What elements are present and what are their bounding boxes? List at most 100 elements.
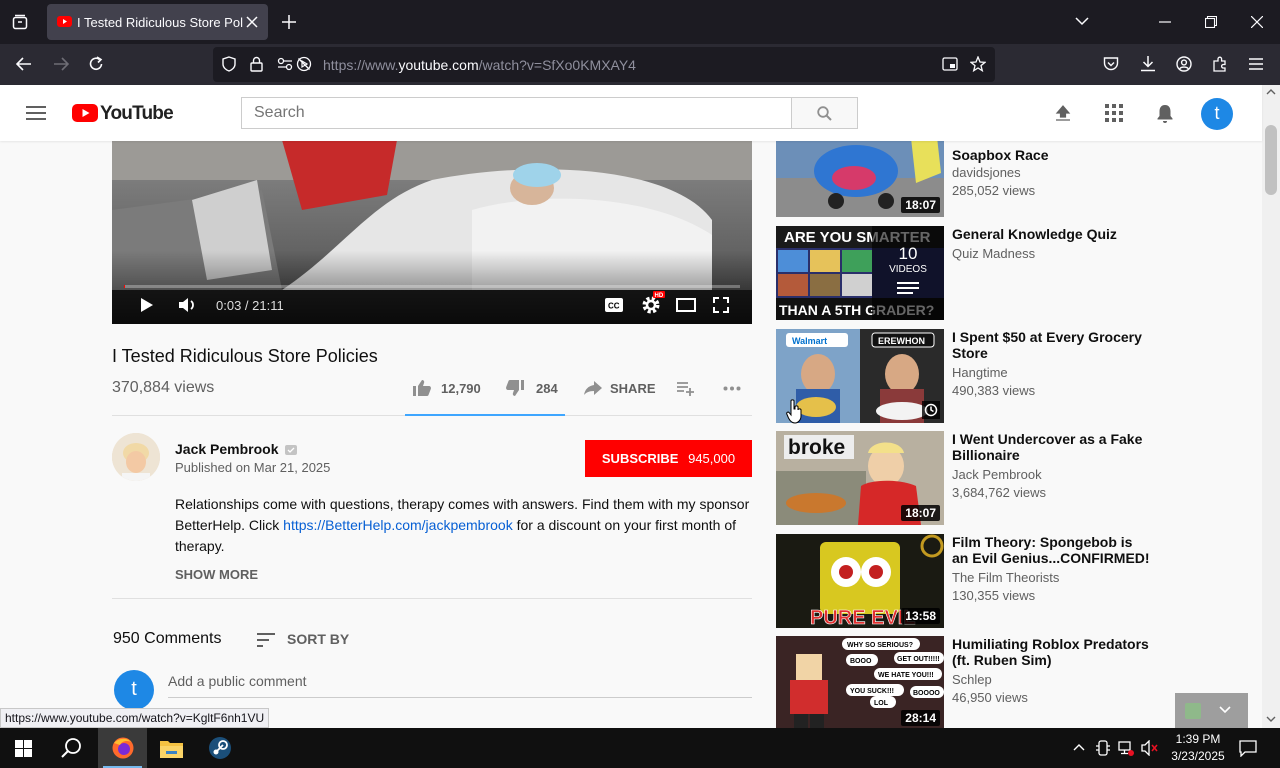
apps-icon[interactable] <box>1105 104 1123 122</box>
browser-tab-active[interactable]: I Tested Ridiculous Store Policie <box>47 4 268 40</box>
close-window-icon[interactable] <box>1251 16 1263 28</box>
video-thumbnail[interactable]: broke 18:07 <box>776 431 944 525</box>
extensions-icon[interactable] <box>1212 56 1228 72</box>
progress-fill <box>124 285 126 288</box>
video-thumbnail[interactable]: ME 18:07 <box>776 141 944 217</box>
video-thumbnail[interactable]: ARE YOU SMARTER THAN A 5TH GRADER? 10 VI… <box>776 226 944 320</box>
verified-badge-icon <box>285 445 298 455</box>
recommended-video[interactable]: PURE EVIL 13:58 Film Theory: Spongebob i… <box>776 534 1156 628</box>
close-tab-icon[interactable] <box>246 16 258 28</box>
app-menu-icon[interactable] <box>1249 58 1263 70</box>
reload-icon[interactable] <box>88 56 104 72</box>
search-input[interactable] <box>242 98 791 128</box>
clock-date: 3/23/2025 <box>1171 749 1225 763</box>
youtube-logo-icon[interactable] <box>72 104 98 122</box>
notifications-bell-icon[interactable] <box>1156 104 1174 124</box>
upload-icon[interactable] <box>1055 104 1071 122</box>
thumbs-up-icon <box>413 380 431 396</box>
permissions-icon[interactable] <box>277 57 293 71</box>
more-actions-icon[interactable] <box>723 386 741 391</box>
bookmark-star-icon[interactable] <box>970 56 986 72</box>
account-avatar[interactable]: t <box>1201 98 1233 130</box>
search-icon <box>817 106 832 121</box>
list-all-tabs-icon[interactable] <box>1075 17 1089 26</box>
lock-icon[interactable] <box>250 56 263 72</box>
steam-icon[interactable] <box>208 736 232 760</box>
taskbar-search-icon[interactable] <box>61 737 83 759</box>
thumbnail-text: PURE EVIL <box>810 607 916 628</box>
device-tray-icon[interactable] <box>1096 740 1110 756</box>
add-to-playlist-icon[interactable] <box>677 382 695 396</box>
recommended-video[interactable]: ME 18:07 Soapbox Race davidsjones 285,05… <box>776 141 1156 217</box>
fullscreen-icon[interactable] <box>713 297 729 313</box>
taskbar-firefox-button[interactable] <box>98 728 147 768</box>
thumbnail-left-label: Walmart <box>792 336 827 346</box>
show-hidden-icons-chevron-icon[interactable] <box>1073 743 1085 751</box>
minimize-icon[interactable] <box>1159 21 1171 23</box>
scrollbar-thumb[interactable] <box>1265 125 1277 195</box>
captions-icon[interactable]: CC <box>605 298 623 312</box>
search-button[interactable] <box>791 97 858 129</box>
recommended-playlist[interactable]: ARE YOU SMARTER THAN A 5TH GRADER? 10 VI… <box>776 226 1156 320</box>
thumbnail-text: broke <box>788 436 845 459</box>
tab-overview-icon[interactable] <box>12 14 28 30</box>
autoplay-blocked-icon[interactable] <box>296 56 312 72</box>
show-more-button[interactable]: SHOW MORE <box>175 567 258 582</box>
video-player[interactable]: 0:03 / 21:11 CC HD <box>112 141 752 324</box>
widget-chevron-down-icon[interactable] <box>1219 706 1231 714</box>
video-thumbnail[interactable]: PURE EVIL 13:58 <box>776 534 944 628</box>
url-bar[interactable]: https://www.youtube.com/watch?v=SfXo0KMX… <box>213 47 995 82</box>
tab-title: I Tested Ridiculous Store Policie <box>77 15 243 30</box>
file-explorer-icon[interactable] <box>160 738 183 758</box>
video-thumbnail[interactable]: WHY SO SERIOUS? GET OUT!!!!! BOOO WE HAT… <box>776 636 944 728</box>
watch-later-clock-icon[interactable] <box>922 401 940 419</box>
restore-icon[interactable] <box>1205 16 1217 28</box>
scroll-up-arrow-icon[interactable] <box>1266 89 1276 95</box>
overlay-widget[interactable] <box>1175 693 1248 728</box>
windows-start-icon[interactable] <box>15 740 32 757</box>
recommended-video[interactable]: Walmart EREWHON I Spent $50 at Every Gro… <box>776 329 1156 423</box>
recommended-channel: The Film Theorists <box>952 570 1060 585</box>
page-scrollbar[interactable] <box>1262 85 1280 728</box>
network-disconnected-icon[interactable] <box>1118 740 1134 756</box>
tracking-protection-shield-icon[interactable] <box>222 56 236 72</box>
recommended-video[interactable]: WHY SO SERIOUS? GET OUT!!!!! BOOO WE HAT… <box>776 636 1156 728</box>
recommended-views: 285,052 views <box>952 183 1036 198</box>
subscribe-button[interactable]: SUBSCRIBE 945,000 <box>585 440 752 477</box>
progress-bar[interactable] <box>124 285 740 288</box>
new-tab-icon[interactable] <box>282 15 296 29</box>
recommended-video-title: General Knowledge Quiz <box>952 226 1117 242</box>
system-clock[interactable]: 1:39 PM 3/23/2025 <box>1168 731 1228 765</box>
volume-muted-icon[interactable] <box>1141 740 1159 756</box>
recommended-channel: Jack Pembrook <box>952 467 1042 482</box>
url-domain: youtube.com <box>398 57 479 73</box>
channel-avatar[interactable] <box>112 433 160 481</box>
volume-icon[interactable] <box>178 297 198 313</box>
channel-name[interactable]: Jack Pembrook <box>175 441 298 457</box>
guide-menu-icon[interactable] <box>26 106 46 120</box>
notification-center-icon[interactable] <box>1239 740 1257 757</box>
theater-mode-icon[interactable] <box>676 298 696 312</box>
settings-gear-icon[interactable]: HD <box>641 290 665 314</box>
clock-time: 1:39 PM <box>1175 732 1221 746</box>
recommended-video-title: I Spent $50 at Every Grocery Store <box>952 329 1142 361</box>
forward-icon[interactable] <box>53 57 69 71</box>
description-link[interactable]: https://BetterHelp.com/jackpembrook <box>283 517 513 533</box>
picture-in-picture-icon[interactable] <box>942 57 958 72</box>
video-time: 0:03 / 21:11 <box>216 298 284 313</box>
add-comment-input[interactable]: Add a public comment <box>168 673 307 689</box>
scroll-down-arrow-icon[interactable] <box>1266 716 1276 722</box>
comments-count: 950 Comments <box>113 630 222 647</box>
recommended-video[interactable]: broke 18:07 I Went Undercover as a Fake … <box>776 431 1156 525</box>
pocket-icon[interactable] <box>1103 56 1119 72</box>
play-icon[interactable] <box>140 297 154 313</box>
recommended-channel: Hangtime <box>952 365 1008 380</box>
back-icon[interactable] <box>16 57 32 71</box>
downloads-icon[interactable] <box>1140 55 1156 72</box>
commenter-avatar: t <box>114 670 154 710</box>
account-icon[interactable] <box>1176 56 1192 72</box>
thumbs-down-icon <box>506 380 524 396</box>
youtube-logo-text[interactable]: YouTube <box>100 103 174 125</box>
video-description: Relationships come with questions, thera… <box>175 494 752 557</box>
recommended-channel: Quiz Madness <box>952 246 1036 261</box>
